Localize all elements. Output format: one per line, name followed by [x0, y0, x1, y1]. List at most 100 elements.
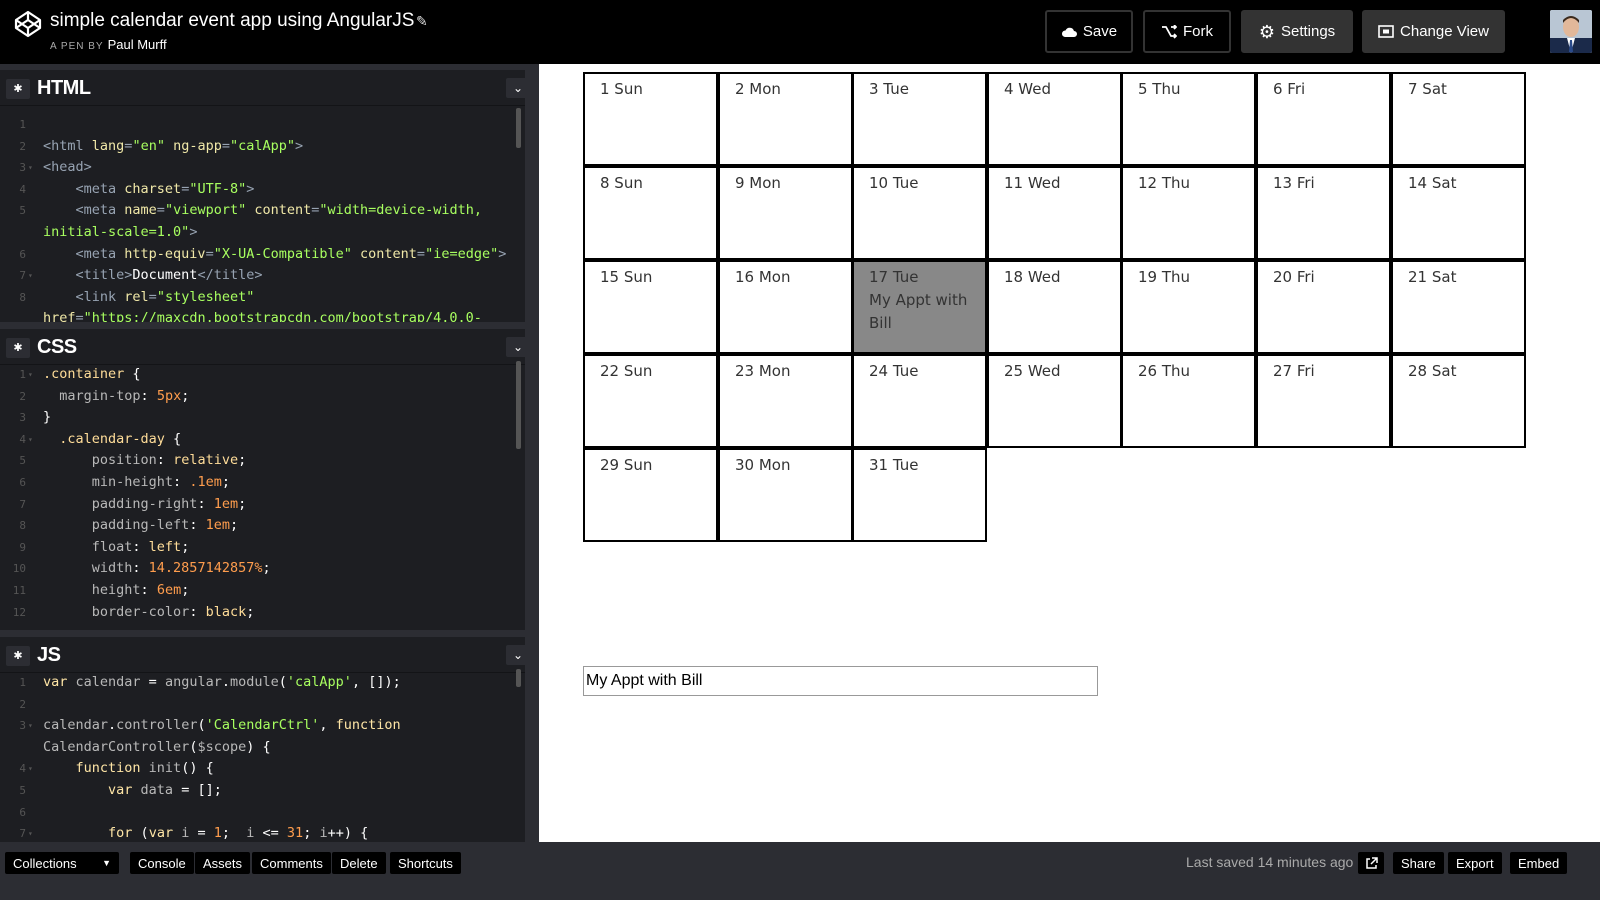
calendar-day[interactable]: 25 Wed — [987, 354, 1122, 448]
css-code-area[interactable]: 1 ▾ .container {2 margin-top: 5px; 3} 4 ▾ .ca… — [0, 364, 536, 623]
code-line[interactable]: 3 ▾ <head> — [0, 157, 536, 179]
export-button[interactable]: Export — [1448, 852, 1502, 874]
calendar-day[interactable]: 11 Wed — [987, 166, 1122, 260]
change-view-button[interactable]: Change View — [1362, 10, 1505, 53]
code-line[interactable]: 8 <link rel="stylesheet" — [0, 287, 536, 309]
calendar-day[interactable]: 18 Wed — [987, 260, 1122, 354]
code-line[interactable]: 5 var data = []; — [0, 780, 536, 802]
code-line[interactable]: 1 — [0, 114, 536, 136]
code-line[interactable]: 7 padding-right: 1em; — [0, 494, 536, 516]
code-line[interactable]: 6 min-height: .1em; — [0, 472, 536, 494]
code-line[interactable]: 4 ▾ .calendar-day { — [0, 429, 536, 451]
fold-arrow-icon[interactable]: ▾ — [28, 823, 33, 842]
calendar-day[interactable]: 19 Thu — [1121, 260, 1256, 354]
calendar-day[interactable]: 6 Fri — [1256, 72, 1391, 166]
calendar-day[interactable]: 29 Sun — [583, 448, 718, 542]
calendar-day[interactable]: 15 Sun — [583, 260, 718, 354]
pencil-edit-icon[interactable]: ✎ — [416, 13, 428, 30]
code-line[interactable]: 4 <meta charset="UTF-8"> — [0, 179, 536, 201]
event-text-input[interactable] — [583, 666, 1098, 696]
css-settings-gear-icon[interactable]: ✱ — [6, 338, 30, 358]
fold-arrow-icon[interactable]: ▾ — [28, 157, 33, 179]
fold-arrow-icon[interactable]: ▾ — [28, 758, 33, 780]
user-avatar[interactable] — [1550, 10, 1592, 53]
calendar-day[interactable]: 1 Sun — [583, 72, 718, 166]
html-css-divider[interactable] — [0, 322, 538, 329]
editor-preview-resize-handle[interactable] — [525, 64, 539, 842]
js-settings-gear-icon[interactable]: ✱ — [6, 646, 30, 666]
css-js-divider[interactable] — [0, 630, 538, 637]
html-scrollbar[interactable] — [516, 108, 521, 148]
author-link[interactable]: Paul Murff — [108, 37, 167, 52]
js-scrollbar[interactable] — [516, 669, 521, 687]
calendar-day[interactable]: 23 Mon — [718, 354, 853, 448]
calendar-day[interactable]: 26 Thu — [1121, 354, 1256, 448]
code-line[interactable]: 12 border-color: black; — [0, 602, 536, 624]
calendar-day[interactable]: 14 Sat — [1391, 166, 1526, 260]
code-line[interactable]: 1 ▾ .container { — [0, 364, 536, 386]
code-line[interactable]: 5 <meta name="viewport" content="width=d… — [0, 200, 536, 222]
settings-button[interactable]: ⚙ Settings — [1241, 10, 1353, 53]
calendar-day[interactable]: 3 Tue — [852, 72, 987, 166]
fold-arrow-icon[interactable]: ▾ — [28, 715, 33, 737]
html-code-area[interactable]: 1 2 <html lang="en" ng-app="calApp"> 3 ▾ <hea… — [0, 114, 536, 322]
code-line[interactable]: 2 <html lang="en" ng-app="calApp"> — [0, 136, 536, 158]
code-line[interactable]: 9 float: left; — [0, 537, 536, 559]
pen-title[interactable]: simple calendar event app using AngularJ… — [50, 10, 414, 32]
calendar-day[interactable]: 22 Sun — [583, 354, 718, 448]
assets-button[interactable]: Assets — [195, 852, 251, 874]
code-line[interactable]: 7 ▾ for (var i = 1; i <= 31; i++) { — [0, 823, 536, 842]
code-line[interactable]: 3} — [0, 407, 536, 429]
save-button[interactable]: Save — [1045, 10, 1133, 53]
calendar-day[interactable]: 8 Sun — [583, 166, 718, 260]
calendar-day[interactable]: 17 Tue My Appt with Bill — [852, 260, 987, 354]
code-line[interactable]: 10 width: 14.2857142857%; — [0, 558, 536, 580]
fold-arrow-icon[interactable]: ▾ — [28, 364, 33, 386]
code-line[interactable]: 3 ▾ calendar.controller('CalendarCtrl', fu… — [0, 715, 536, 737]
fold-arrow-icon[interactable]: ▾ — [28, 429, 33, 451]
comments-button[interactable]: Comments — [252, 852, 331, 874]
css-scrollbar[interactable] — [516, 361, 521, 449]
code-line[interactable]: 8 padding-left: 1em; — [0, 515, 536, 537]
calendar-day[interactable]: 30 Mon — [718, 448, 853, 542]
code-line[interactable]: 6 — [0, 802, 536, 824]
fold-arrow-icon[interactable]: ▾ — [28, 265, 33, 287]
code-line[interactable]: 1 var calendar = angular.module('calApp',… — [0, 672, 536, 694]
calendar-day[interactable]: 10 Tue — [852, 166, 987, 260]
collections-dropdown[interactable]: Collections ▼ — [5, 852, 119, 874]
calendar-day[interactable]: 2 Mon — [718, 72, 853, 166]
calendar-day[interactable]: 13 Fri — [1256, 166, 1391, 260]
code-line[interactable]: 11 height: 6em; — [0, 580, 536, 602]
code-line[interactable]: href="https://maxcdn.bootstrapcdn.com/bo… — [0, 308, 536, 322]
calendar-day[interactable]: 27 Fri — [1256, 354, 1391, 448]
delete-button[interactable]: Delete — [332, 852, 386, 874]
code-line[interactable]: 4 ▾ function init() { — [0, 758, 536, 780]
js-code-area[interactable]: 1 var calendar = angular.module('calApp',… — [0, 672, 536, 842]
code-line[interactable]: 2 — [0, 694, 536, 716]
fork-button[interactable]: Fork — [1143, 10, 1231, 53]
calendar-day[interactable]: 28 Sat — [1391, 354, 1526, 448]
code-line[interactable]: 5 position: relative; — [0, 450, 536, 472]
code-line[interactable]: 6 <meta http-equiv="X-UA-Compatible" con… — [0, 244, 536, 266]
shortcuts-button[interactable]: Shortcuts — [390, 852, 461, 874]
calendar-day[interactable]: 12 Thu — [1121, 166, 1256, 260]
embed-button[interactable]: Embed — [1510, 852, 1568, 874]
calendar-day[interactable]: 20 Fri — [1256, 260, 1391, 354]
share-button[interactable]: Share — [1393, 852, 1444, 874]
code-line[interactable]: 7 ▾ <title>Document</title> — [0, 265, 536, 287]
calendar-day[interactable]: 9 Mon — [718, 166, 853, 260]
code-line[interactable]: 2 margin-top: 5px; — [0, 386, 536, 408]
calendar-day[interactable]: 24 Tue — [852, 354, 987, 448]
code-line[interactable]: CalendarController($scope) { — [0, 737, 536, 759]
calendar-day[interactable]: 31 Tue — [852, 448, 987, 542]
calendar-day[interactable]: 4 Wed — [987, 72, 1122, 166]
calendar-day[interactable]: 7 Sat — [1391, 72, 1526, 166]
calendar-day[interactable]: 5 Thu — [1121, 72, 1256, 166]
code-line[interactable]: initial-scale=1.0"> — [0, 222, 536, 244]
open-external-button[interactable] — [1358, 852, 1384, 874]
calendar-day[interactable]: 21 Sat — [1391, 260, 1526, 354]
html-settings-gear-icon[interactable]: ✱ — [6, 79, 30, 99]
codepen-logo-icon[interactable] — [14, 10, 42, 38]
calendar-day[interactable]: 16 Mon — [718, 260, 853, 354]
console-button[interactable]: Console — [130, 852, 194, 874]
